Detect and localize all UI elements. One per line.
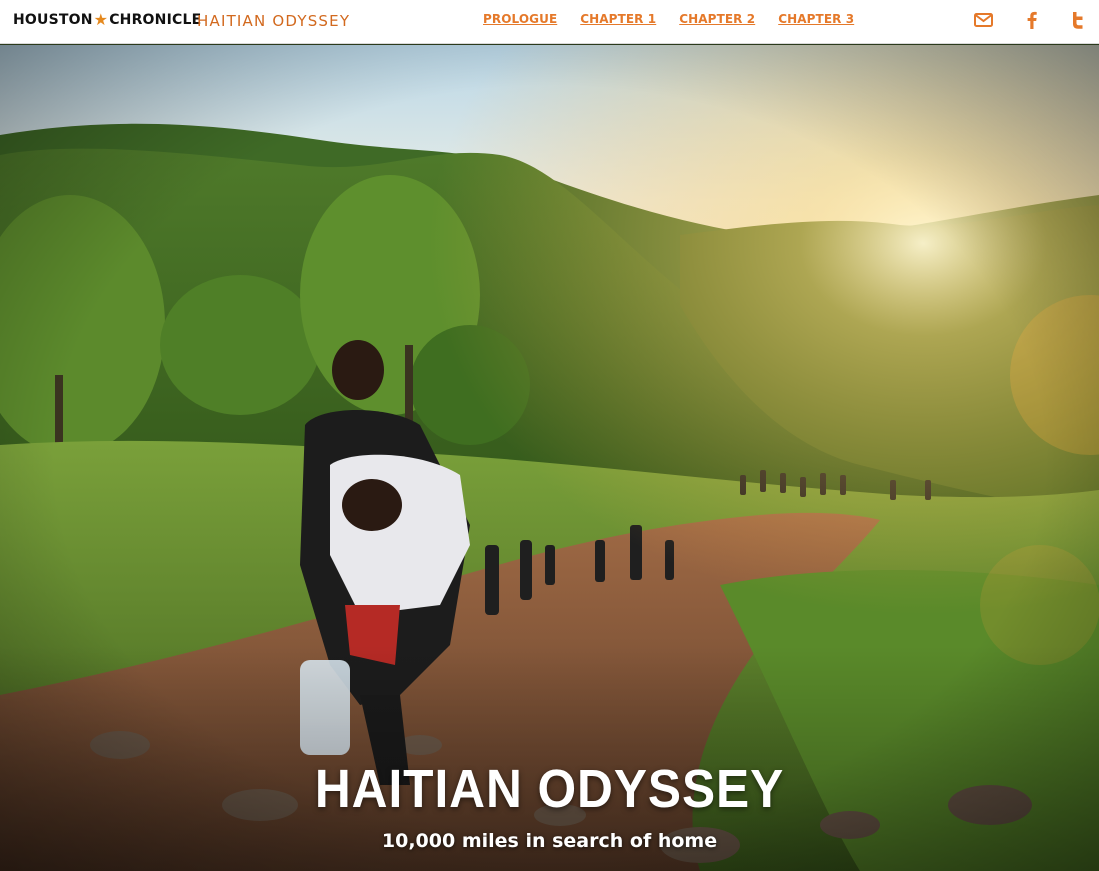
- nav-link-chapter-3[interactable]: CHAPTER 3: [778, 12, 854, 26]
- email-icon[interactable]: [973, 9, 995, 31]
- facebook-icon[interactable]: [1021, 9, 1043, 31]
- nav-link-chapter-1[interactable]: CHAPTER 1: [580, 12, 656, 26]
- logo-text-left: HOUSTON: [13, 12, 93, 28]
- section-title[interactable]: HAITIAN ODYSSEY: [197, 12, 350, 30]
- twitter-icon[interactable]: [1067, 9, 1089, 31]
- site-header: HOUSTON ★ CHRONICLE HAITIAN ODYSSEY PROL…: [0, 0, 1099, 44]
- houston-chronicle-logo[interactable]: HOUSTON ★ CHRONICLE: [13, 9, 202, 29]
- logo-text-right: CHRONICLE: [109, 12, 202, 28]
- star-icon: ★: [93, 9, 109, 29]
- hero-section: HAITIAN ODYSSEY 10,000 miles in search o…: [0, 45, 1099, 871]
- hero-subtitle: 10,000 miles in search of home: [381, 830, 718, 852]
- nav-link-chapter-2[interactable]: CHAPTER 2: [679, 12, 755, 26]
- hero-title: HAITIAN ODYSSEY: [314, 759, 785, 819]
- chapter-nav: PROLOGUE CHAPTER 1 CHAPTER 2 CHAPTER 3: [483, 12, 854, 26]
- nav-link-prologue[interactable]: PROLOGUE: [483, 12, 557, 26]
- hero-photo: [0, 45, 1099, 871]
